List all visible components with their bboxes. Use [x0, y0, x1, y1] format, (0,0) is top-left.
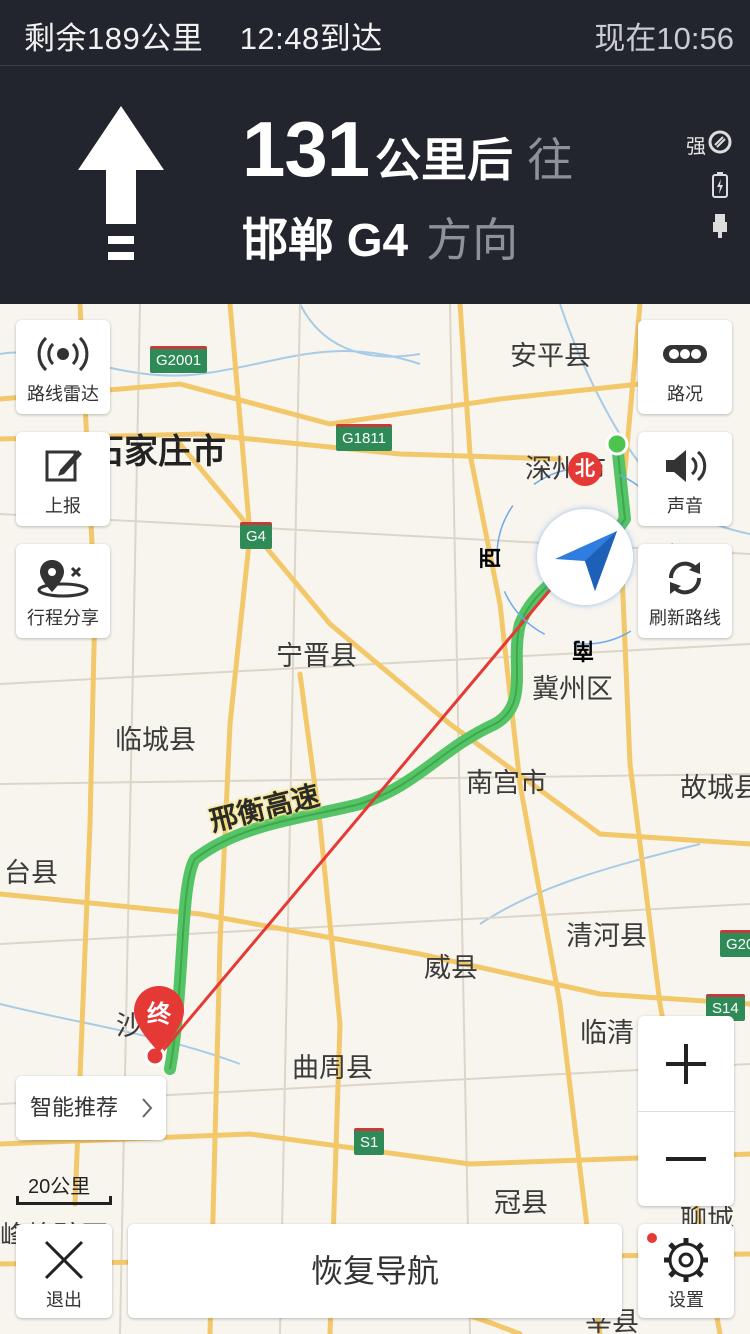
zoom-in-button[interactable]: [638, 1016, 734, 1111]
arrival-time: 12:48到达: [239, 21, 383, 56]
traffic-icon: [663, 345, 707, 363]
resume-navigation-button[interactable]: 恢复导航: [128, 1224, 622, 1318]
report-button[interactable]: 上报: [16, 432, 110, 526]
highway-shield: G2001: [150, 346, 208, 373]
city-label: 清河县: [566, 921, 647, 951]
settings-label: 设置: [668, 1290, 704, 1310]
map-view[interactable]: 安平县 石家庄市 深州市 宁晋县 冀州区 临城县 南宫市 故城县 台县 清河县 …: [0, 304, 750, 1334]
distance-unit: 公里后: [375, 134, 514, 186]
minus-icon: [666, 1157, 706, 1161]
highway-shield: S1: [354, 1128, 385, 1155]
edit-icon: [45, 450, 82, 482]
close-icon: [44, 1240, 84, 1280]
speaker-icon: [666, 450, 707, 482]
report-label: 上报: [45, 496, 81, 516]
refresh-icon: [668, 561, 702, 595]
city-label: 台县: [4, 858, 58, 888]
zoom-control: [638, 1016, 734, 1206]
chevron-right-icon: [142, 1098, 153, 1118]
radar-icon: [37, 336, 89, 372]
city-label: 南宫市: [466, 768, 547, 798]
compass-west: 西: [478, 546, 504, 570]
remaining-distance: 剩余189公里: [24, 21, 204, 56]
trip-share-label: 行程分享: [27, 608, 99, 628]
trip-summary: 剩余189公里 12:48到达: [24, 13, 383, 58]
next-road: 邯郸 G4: [242, 214, 409, 266]
status-bar: 剩余189公里 12:48到达 现在10:56: [0, 0, 750, 66]
plus-icon: [666, 1044, 706, 1084]
distance-row: 131 公里后往: [242, 104, 573, 195]
refresh-route-label: 刷新路线: [649, 608, 721, 628]
city-label: 石家庄市: [90, 433, 226, 471]
city-label: 曲周县: [292, 1053, 373, 1083]
direction-label: 方向: [426, 214, 519, 266]
trip-share-button[interactable]: 行程分享: [16, 544, 110, 638]
compass-north: 北: [568, 452, 602, 486]
share-route-icon: [37, 560, 89, 598]
city-label: 冀州区: [532, 674, 613, 704]
current-location-marker: [537, 509, 633, 605]
settings-button[interactable]: 设置: [638, 1224, 734, 1318]
city-label: 故城县: [680, 773, 750, 803]
traffic-button[interactable]: 路况: [638, 320, 732, 414]
route-radar-button[interactable]: 路线雷达: [16, 320, 110, 414]
exit-button[interactable]: 退出: [16, 1224, 112, 1318]
highway-shield: G4: [240, 522, 273, 549]
next-road-row: 邯郸 G4 方向: [242, 204, 518, 270]
exit-label: 退出: [46, 1290, 82, 1310]
scale-label: 20公里: [28, 1176, 91, 1198]
traffic-label: 路况: [667, 384, 703, 404]
smart-recommend-button[interactable]: 智能推荐: [16, 1076, 166, 1140]
gps-signal-label: 强: [686, 136, 706, 158]
destination-pin: 终: [134, 986, 184, 1057]
navigation-arrow-icon: [555, 531, 617, 591]
smart-recommend-label: 智能推荐: [30, 1095, 119, 1120]
city-label: 威县: [424, 953, 478, 983]
gps-signal-icon: [708, 130, 732, 154]
refresh-route-button[interactable]: 刷新路线: [638, 544, 732, 638]
distance-value: 131: [242, 105, 370, 193]
zoom-out-button[interactable]: [638, 1111, 734, 1206]
straight-arrow-icon: [78, 106, 164, 260]
sound-button[interactable]: 声音: [638, 432, 732, 526]
destination-label: 终: [147, 1001, 171, 1028]
city-label: 临清: [580, 1018, 634, 1048]
highway-shield: G20: [720, 930, 750, 957]
battery-icon: [712, 172, 728, 198]
city-label: 宁晋县: [276, 641, 357, 671]
toward-label: 往: [527, 134, 574, 186]
city-label: 安平县: [510, 341, 591, 371]
turn-guidance-panel: 131 公里后往 邯郸 G4 方向 强: [0, 66, 750, 304]
sound-label: 声音: [667, 496, 703, 516]
current-time: 现在10:56: [594, 21, 734, 56]
scale-bar: [16, 1196, 112, 1205]
gear-icon: [664, 1238, 708, 1282]
city-label: 临城县: [115, 725, 196, 755]
usb-icon: [713, 214, 727, 238]
route-radar-label: 路线雷达: [27, 384, 99, 404]
city-label: 冠县: [494, 1188, 548, 1218]
compass-south: 南: [572, 638, 595, 663]
highway-shield: G1811: [336, 424, 392, 451]
